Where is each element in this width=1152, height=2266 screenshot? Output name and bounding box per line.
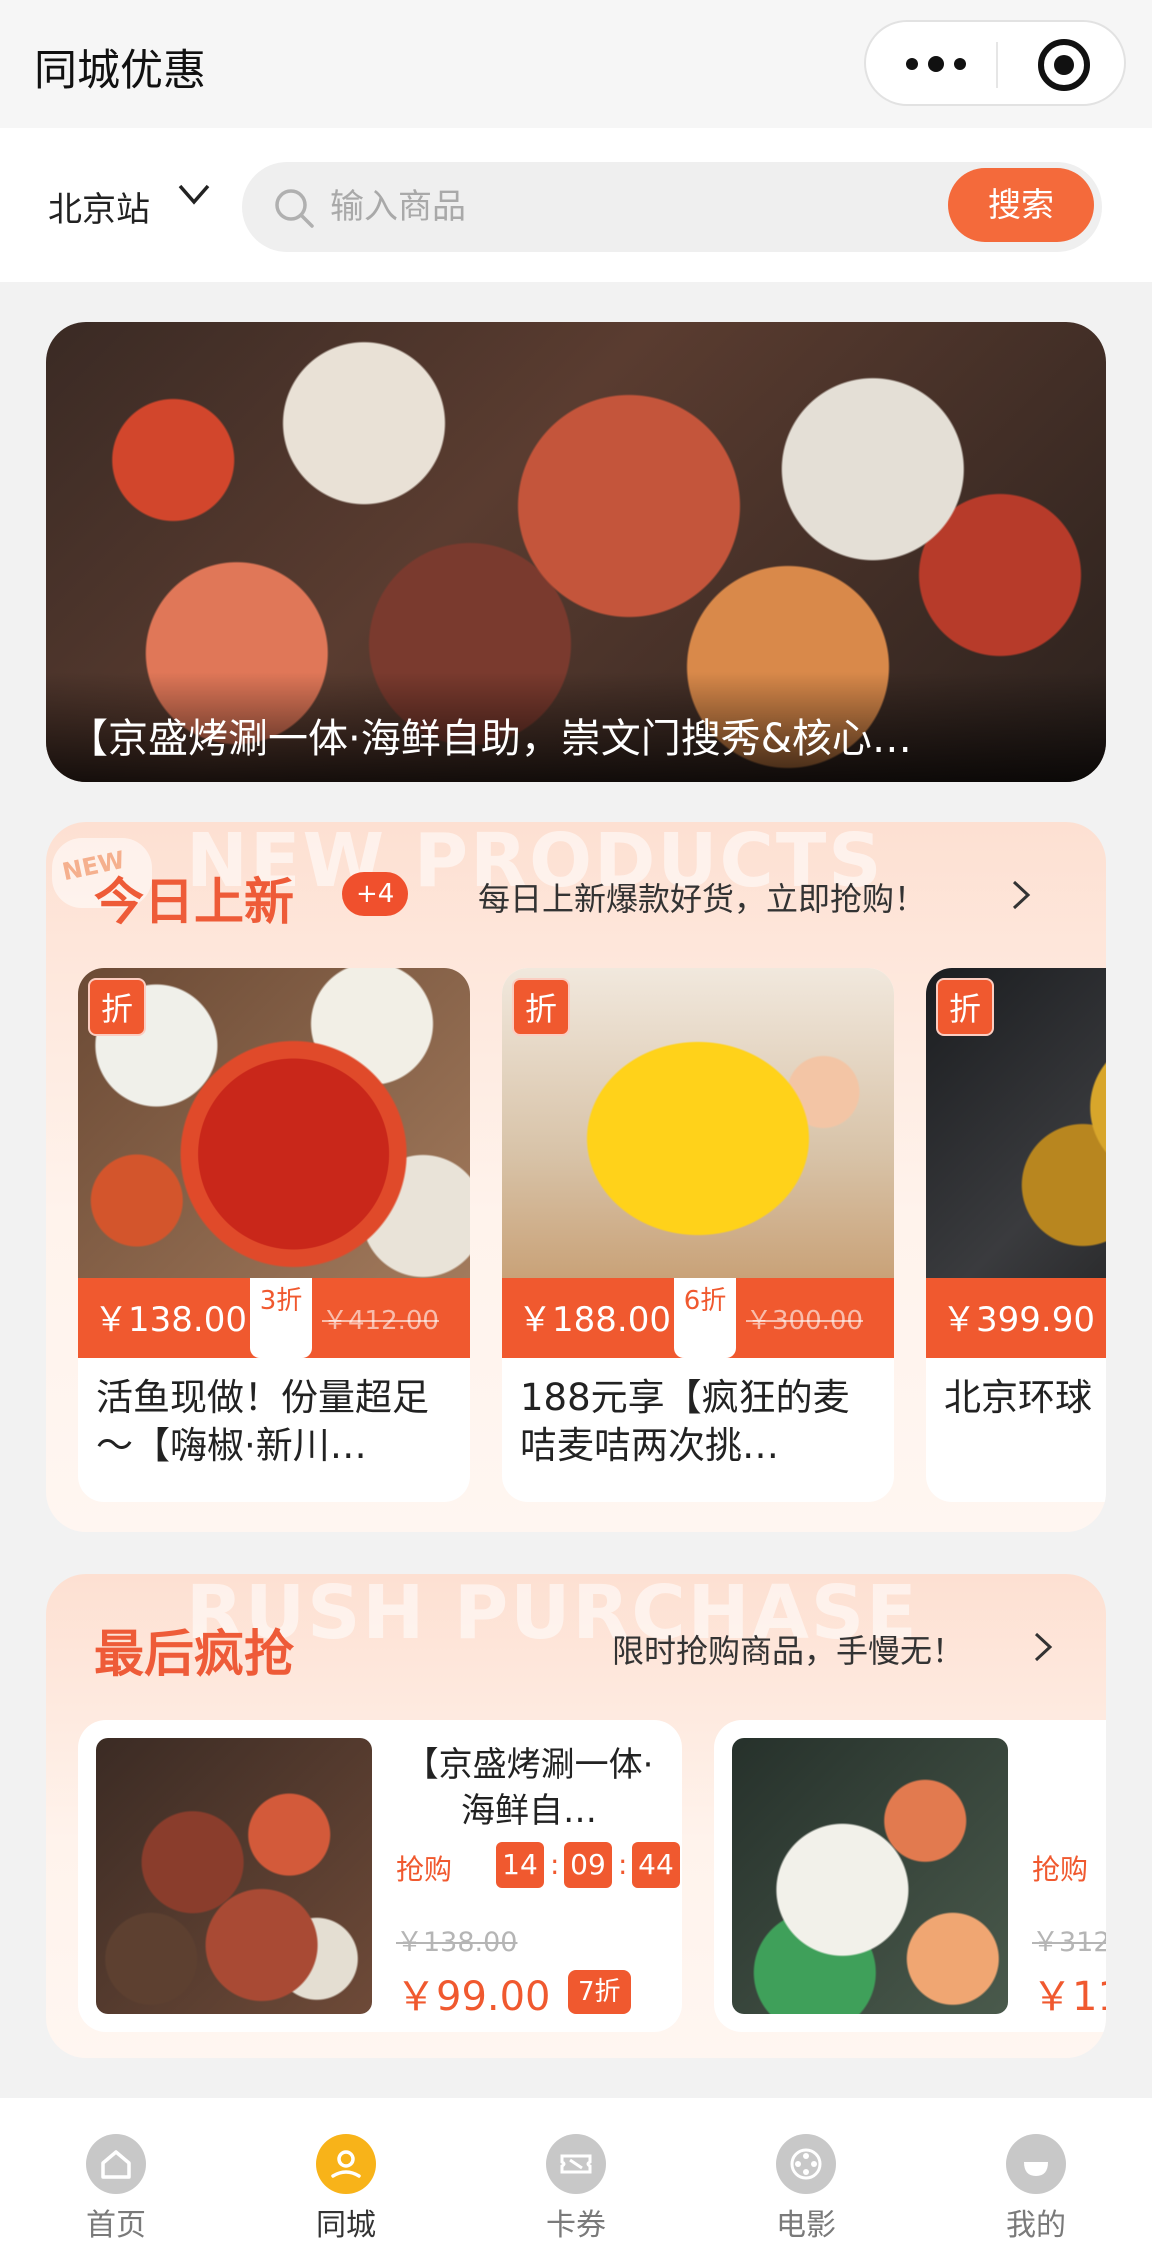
- discount-tag: 折: [512, 978, 570, 1036]
- countdown-seconds: 44: [632, 1842, 680, 1888]
- search-icon: [275, 189, 314, 228]
- film-reel-icon: [776, 2134, 836, 2194]
- home-icon: [86, 2134, 146, 2194]
- product-image: [732, 1738, 1008, 2014]
- discount-tag: 折: [88, 978, 146, 1036]
- search-bar: 北京站 搜索: [0, 128, 1152, 282]
- grab-label: 抢购: [396, 1853, 453, 1886]
- tab-label: 首页: [86, 2208, 146, 2243]
- product-card[interactable]: 折 ￥399.90 北京环球【北京丨: [926, 968, 1106, 1502]
- original-price: ￥312: [1032, 1927, 1106, 1958]
- countdown-separator: :: [550, 1848, 560, 1881]
- search-input[interactable]: [328, 182, 848, 232]
- tab-movies[interactable]: 电影: [726, 2134, 886, 2254]
- section-title: 最后疯抢: [94, 1625, 294, 1683]
- sale-price: ￥118: [1032, 1974, 1106, 2020]
- original-price: ￥300.00: [746, 1306, 863, 1336]
- discount-tag: 折: [936, 978, 994, 1036]
- original-price: ￥412.00: [322, 1306, 439, 1336]
- section-more-link[interactable]: 每日上新爆款好货，立即抢购！: [478, 874, 926, 920]
- tab-profile[interactable]: 我的: [956, 2134, 1116, 2254]
- chevron-right-icon[interactable]: [1006, 878, 1036, 912]
- product-name: 北京环球【北京丨: [944, 1376, 1106, 1419]
- section-more-link[interactable]: 限时抢购商品，手慢无！: [612, 1626, 964, 1672]
- ticket-icon: [546, 2134, 606, 2194]
- capsule-divider: [996, 42, 998, 88]
- search-button[interactable]: 搜索: [948, 168, 1094, 242]
- price: ￥188.00: [518, 1300, 671, 1340]
- product-name: 活鱼现做！份量超足～【嗨椒·新川…: [96, 1376, 429, 1467]
- price-bar: ￥399.90: [926, 1278, 1106, 1358]
- chevron-down-icon[interactable]: [176, 176, 212, 212]
- discount-rate: 7折: [568, 1970, 631, 2014]
- tab-coupons[interactable]: 卡券: [496, 2134, 656, 2254]
- tab-label: 卡券: [546, 2208, 606, 2243]
- countdown-minutes: 09: [564, 1842, 612, 1888]
- page-title: 同城优惠: [34, 46, 206, 96]
- new-products-section: NEW PRODUCTS NEW 今日上新 +4 每日上新爆款好货，立即抢购！ …: [46, 822, 1106, 1532]
- product-card[interactable]: 折 ￥138.00 3折 ￥412.00 活鱼现做！份量超足～【嗨椒·新川…: [78, 968, 470, 1502]
- title-bar: 同城优惠: [0, 0, 1152, 128]
- price: ￥138.00: [94, 1300, 247, 1340]
- tab-local[interactable]: 同城: [266, 2134, 426, 2254]
- price-bar: ￥188.00 6折 ￥300.00: [502, 1278, 894, 1358]
- close-mini-program-button[interactable]: [1038, 39, 1090, 91]
- countdown-hours: 14: [496, 1842, 544, 1888]
- rush-purchase-section: RUSH PURCHASE 最后疯抢 限时抢购商品，手慢无！ 【京盛烤涮一体·海…: [46, 1574, 1106, 2058]
- product-image: [96, 1738, 372, 2014]
- mini-program-capsule: [864, 20, 1126, 106]
- countdown-separator: :: [618, 1848, 628, 1881]
- product-card[interactable]: 折 ￥188.00 6折 ￥300.00 188元享【疯狂的麦咭麦咭两次挑…: [502, 968, 894, 1502]
- chevron-right-icon[interactable]: [1028, 1630, 1058, 1664]
- location-icon: [316, 2134, 376, 2194]
- discount-rate: 6折: [674, 1278, 736, 1358]
- product-name: 188元享【疯狂的麦咭麦咭两次挑…: [520, 1376, 850, 1467]
- price-bar: ￥138.00 3折 ￥412.00: [78, 1278, 470, 1358]
- flash-sale-card[interactable]: 【京盛烤涮一体·海鲜自… 抢购 14 : 09 : 44 ￥138.00 ￥99…: [78, 1720, 682, 2032]
- tab-label: 电影: [776, 2208, 836, 2243]
- promo-banner[interactable]: 【京盛烤涮一体·海鲜自助，崇文门搜秀&核心…: [46, 322, 1106, 782]
- tab-label: 同城: [316, 2208, 376, 2243]
- bottom-tab-bar: 首页 同城 卡券 电影 我的: [0, 2098, 1152, 2266]
- profile-icon: [1006, 2134, 1066, 2194]
- tab-label: 我的: [1006, 2208, 1066, 2243]
- discount-rate: 3折: [250, 1278, 312, 1358]
- sale-price: ￥99.00: [396, 1974, 551, 2020]
- more-options-button[interactable]: [906, 44, 986, 84]
- banner-title: 【京盛烤涮一体·海鲜自助，崇文门搜秀&核心…: [68, 716, 912, 762]
- original-price: ￥138.00: [396, 1927, 518, 1958]
- product-name: 【晓望路: [1030, 1742, 1106, 1834]
- count-badge: +4: [342, 872, 409, 916]
- price: ￥399.90: [942, 1300, 1095, 1340]
- search-box: 搜索: [242, 162, 1102, 252]
- tab-home[interactable]: 首页: [36, 2134, 196, 2254]
- grab-label: 抢购: [1032, 1853, 1089, 1886]
- city-selector[interactable]: 北京站: [48, 182, 150, 231]
- section-title: 今日上新: [94, 873, 294, 931]
- flash-sale-card[interactable]: 【晓望路 抢购 1 ￥312 ￥118: [714, 1720, 1106, 2032]
- product-name: 【京盛烤涮一体·海鲜自…: [404, 1745, 654, 1831]
